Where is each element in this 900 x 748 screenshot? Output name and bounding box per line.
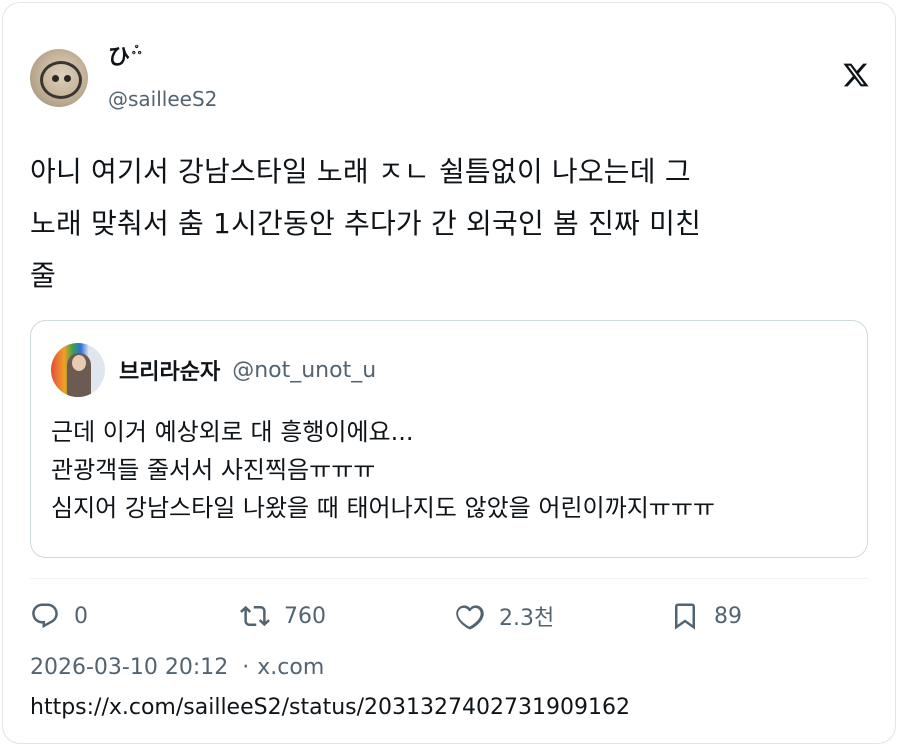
- quote-avatar[interactable]: [51, 343, 105, 397]
- timestamp: 2026-03-10 20:12: [30, 655, 229, 680]
- quote-author-handle[interactable]: @not_unot_u: [232, 358, 376, 383]
- bookmark-count: 89: [714, 603, 742, 629]
- meta-separator: ·: [242, 655, 250, 680]
- retweet-button[interactable]: 760: [240, 601, 455, 631]
- tweet-meta: 2026-03-10 20:12 · x.com: [30, 653, 324, 683]
- avatar-face: [40, 61, 82, 99]
- reply-icon: [32, 603, 58, 629]
- reply-button[interactable]: 0: [30, 601, 240, 631]
- bookmark-button[interactable]: 89: [670, 601, 742, 631]
- quote-header: 브리라순자 @not_unot_u: [51, 343, 376, 397]
- quoted-tweet[interactable]: 브리라순자 @not_unot_u 근데 이거 예상외로 대 흥행이에요... …: [30, 320, 868, 558]
- display-name-sticker: ஃ: [132, 43, 142, 57]
- quote-line: 근데 이거 예상외로 대 흥행이에요...: [51, 418, 414, 446]
- author-display-name[interactable]: ひ ஃ: [108, 44, 217, 78]
- quote-line: 관광객들 줄서서 사진찍음ㅠㅠㅠ: [51, 456, 376, 484]
- heart-icon: [456, 605, 484, 630]
- author-avatar[interactable]: [30, 49, 88, 107]
- quote-text: 근데 이거 예상외로 대 흥행이에요... 관광객들 줄서서 사진찍음ㅠㅠㅠ 심…: [51, 413, 715, 527]
- retweet-icon: [240, 605, 270, 627]
- reply-count: 0: [74, 603, 88, 629]
- quote-author-name[interactable]: 브리라순자: [119, 354, 220, 386]
- divider: [30, 578, 868, 579]
- author-names: ひ ஃ @sailleeS2: [108, 44, 217, 112]
- like-count: 2.3천: [499, 606, 555, 631]
- avatar-person-face: [72, 355, 86, 371]
- tweet-line: 노래 맞춰서 춤 1시간동안 추다가 간 외국인 봄 진짜 미친: [30, 207, 702, 240]
- bookmark-icon: [675, 603, 695, 630]
- avatar-eye: [52, 75, 59, 82]
- display-name-text: ひ: [108, 45, 131, 70]
- avatar-eye: [64, 75, 71, 82]
- like-button[interactable]: 2.3천: [455, 600, 670, 632]
- retweet-count: 760: [284, 603, 326, 629]
- tweet-header: ひ ஃ @sailleeS2: [30, 44, 217, 112]
- tweet-text: 아니 여기서 강남스타일 노래 ㅈㄴ 쉴틈없이 나오는데 그 노래 맞춰서 춤 …: [30, 146, 870, 302]
- tweet-line: 줄: [30, 259, 56, 292]
- action-bar: 0 760 2.3천 89: [30, 600, 770, 632]
- source-link[interactable]: x.com: [257, 655, 324, 680]
- author-handle[interactable]: @sailleeS2: [108, 86, 217, 112]
- tweet-url[interactable]: https://x.com/sailleeS2/status/203132740…: [30, 693, 630, 723]
- x-logo-icon[interactable]: [842, 60, 870, 90]
- quote-line: 심지어 강남스타일 나왔을 때 태어나지도 않았을 어린이까지ㅠㅠㅠ: [51, 494, 716, 522]
- tweet-line: 아니 여기서 강남스타일 노래 ㅈㄴ 쉴틈없이 나오는데 그: [30, 155, 691, 188]
